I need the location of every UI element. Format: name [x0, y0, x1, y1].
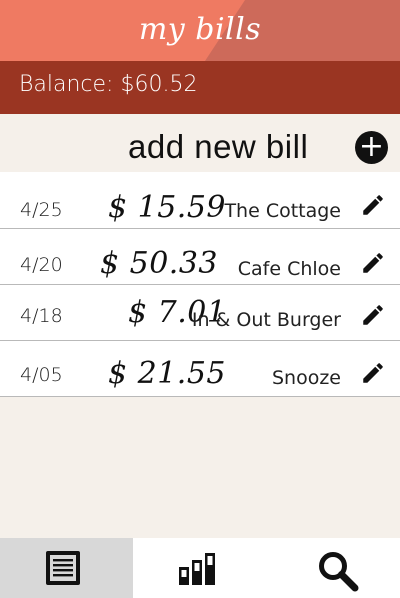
tab-bills-list[interactable]	[0, 538, 133, 598]
bill-name: Snooze	[271, 367, 341, 389]
bill-row[interactable]: 4/25 $ 15.59 The Cottage	[0, 172, 400, 229]
bill-list: 4/25 $ 15.59 The Cottage 4/20 $ 50.33 Ca…	[0, 172, 400, 397]
bill-row[interactable]: 4/05 $ 21.55 Snooze	[0, 340, 400, 397]
pencil-icon[interactable]	[360, 360, 386, 386]
bill-name: Cafe Chloe	[237, 258, 341, 280]
tab-charts[interactable]	[133, 538, 267, 598]
pencil-icon[interactable]	[360, 250, 386, 276]
add-bill-label[interactable]: add new bill	[128, 128, 308, 166]
bill-amount: $ 21.55	[108, 356, 227, 391]
bill-amount: $ 15.59	[108, 190, 227, 225]
balance-text: Balance: $60.52	[19, 72, 198, 97]
bill-date: 4/05	[20, 364, 63, 386]
bill-date: 4/25	[20, 199, 63, 221]
bar-chart-icon	[179, 553, 215, 585]
pencil-icon[interactable]	[360, 302, 386, 328]
search-icon	[319, 552, 359, 592]
bill-amount: $ 50.33	[100, 246, 219, 281]
balance-bar: Balance: $60.52	[0, 61, 400, 114]
add-bill-row[interactable]: add new bill +	[0, 114, 400, 172]
bill-row[interactable]: 4/18 $ 7.01 In & Out Burger	[0, 284, 400, 341]
bill-name: In & Out Burger	[191, 309, 341, 331]
bill-row[interactable]: 4/20 $ 50.33 Cafe Chloe	[0, 228, 400, 285]
bottom-tab-bar	[0, 538, 400, 598]
bill-date: 4/18	[20, 305, 63, 327]
bill-date: 4/20	[20, 254, 63, 276]
tab-search[interactable]	[267, 538, 400, 598]
add-bill-button[interactable]: +	[355, 131, 388, 164]
app-title: my bills	[138, 12, 262, 47]
pencil-icon[interactable]	[360, 192, 386, 218]
list-icon	[46, 551, 80, 585]
bill-name: The Cottage	[224, 200, 341, 222]
app-header: my bills	[0, 0, 400, 61]
